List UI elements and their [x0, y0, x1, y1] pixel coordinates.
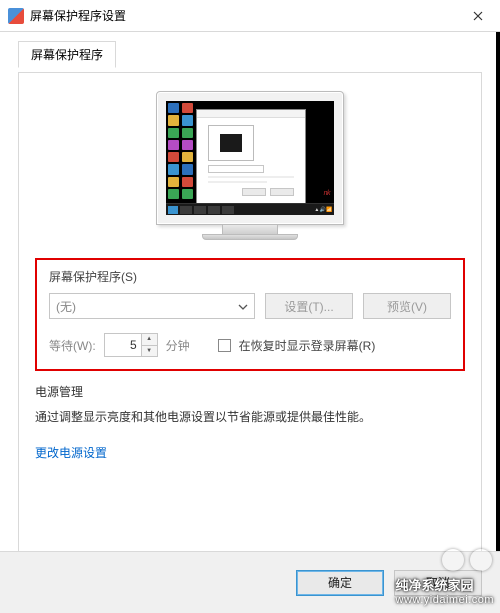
ok-button[interactable]: 确定 [296, 570, 384, 596]
dialog-footer: 确定 取消 [0, 551, 500, 613]
wait-spinner[interactable]: 5 ▲ ▼ [104, 333, 158, 357]
titlebar: 屏幕保护程序设置 [0, 0, 500, 32]
screensaver-group: 屏幕保护程序(S) (无) 设置(T)... 预览(V) 等待(W): [35, 258, 465, 371]
close-icon [473, 11, 483, 21]
power-group-label: 电源管理 [35, 383, 465, 400]
app-icon [8, 8, 24, 24]
tab-panel: nk ▲ 🔊 📶 屏幕保护程序(S) (无) [18, 72, 482, 577]
client-area: 屏幕保护程序 [0, 32, 500, 551]
right-edge-shadow [496, 32, 500, 551]
wait-label: 等待(W): [49, 337, 96, 354]
screensaver-select[interactable]: (无) [49, 293, 255, 319]
window-title: 屏幕保护程序设置 [30, 7, 455, 24]
screensaver-selected-value: (无) [56, 298, 76, 315]
change-power-settings-link[interactable]: 更改电源设置 [35, 446, 107, 460]
spinner-up[interactable]: ▲ [142, 334, 157, 346]
screensaver-group-label: 屏幕保护程序(S) [49, 268, 451, 285]
spinner-down[interactable]: ▼ [142, 346, 157, 357]
resume-checkbox-label: 在恢复时显示登录屏幕(R) [239, 337, 376, 354]
wait-value: 5 [105, 338, 141, 352]
power-description: 通过调整显示亮度和其他电源设置以节省能源或提供最佳性能。 [35, 408, 465, 426]
settings-button-label: 设置(T)... [284, 298, 333, 315]
preview-button-label: 预览(V) [387, 298, 427, 315]
chevron-down-icon [238, 299, 248, 313]
tab-header: 屏幕保护程序 [18, 40, 116, 67]
preview-area: nk ▲ 🔊 📶 [35, 91, 465, 240]
tab-screensaver[interactable]: 屏幕保护程序 [18, 41, 116, 68]
monitor-illustration: nk ▲ 🔊 📶 [156, 91, 344, 240]
preview-button[interactable]: 预览(V) [363, 293, 451, 319]
wait-unit: 分钟 [166, 337, 190, 354]
power-group: 电源管理 通过调整显示亮度和其他电源设置以节省能源或提供最佳性能。 更改电源设置 [35, 383, 465, 462]
settings-button[interactable]: 设置(T)... [265, 293, 353, 319]
cancel-button-label: 取消 [426, 574, 450, 591]
cancel-button[interactable]: 取消 [394, 570, 482, 596]
resume-checkbox[interactable] [218, 339, 231, 352]
ok-button-label: 确定 [328, 574, 352, 591]
close-button[interactable] [455, 0, 500, 31]
tab-label: 屏幕保护程序 [31, 48, 103, 62]
